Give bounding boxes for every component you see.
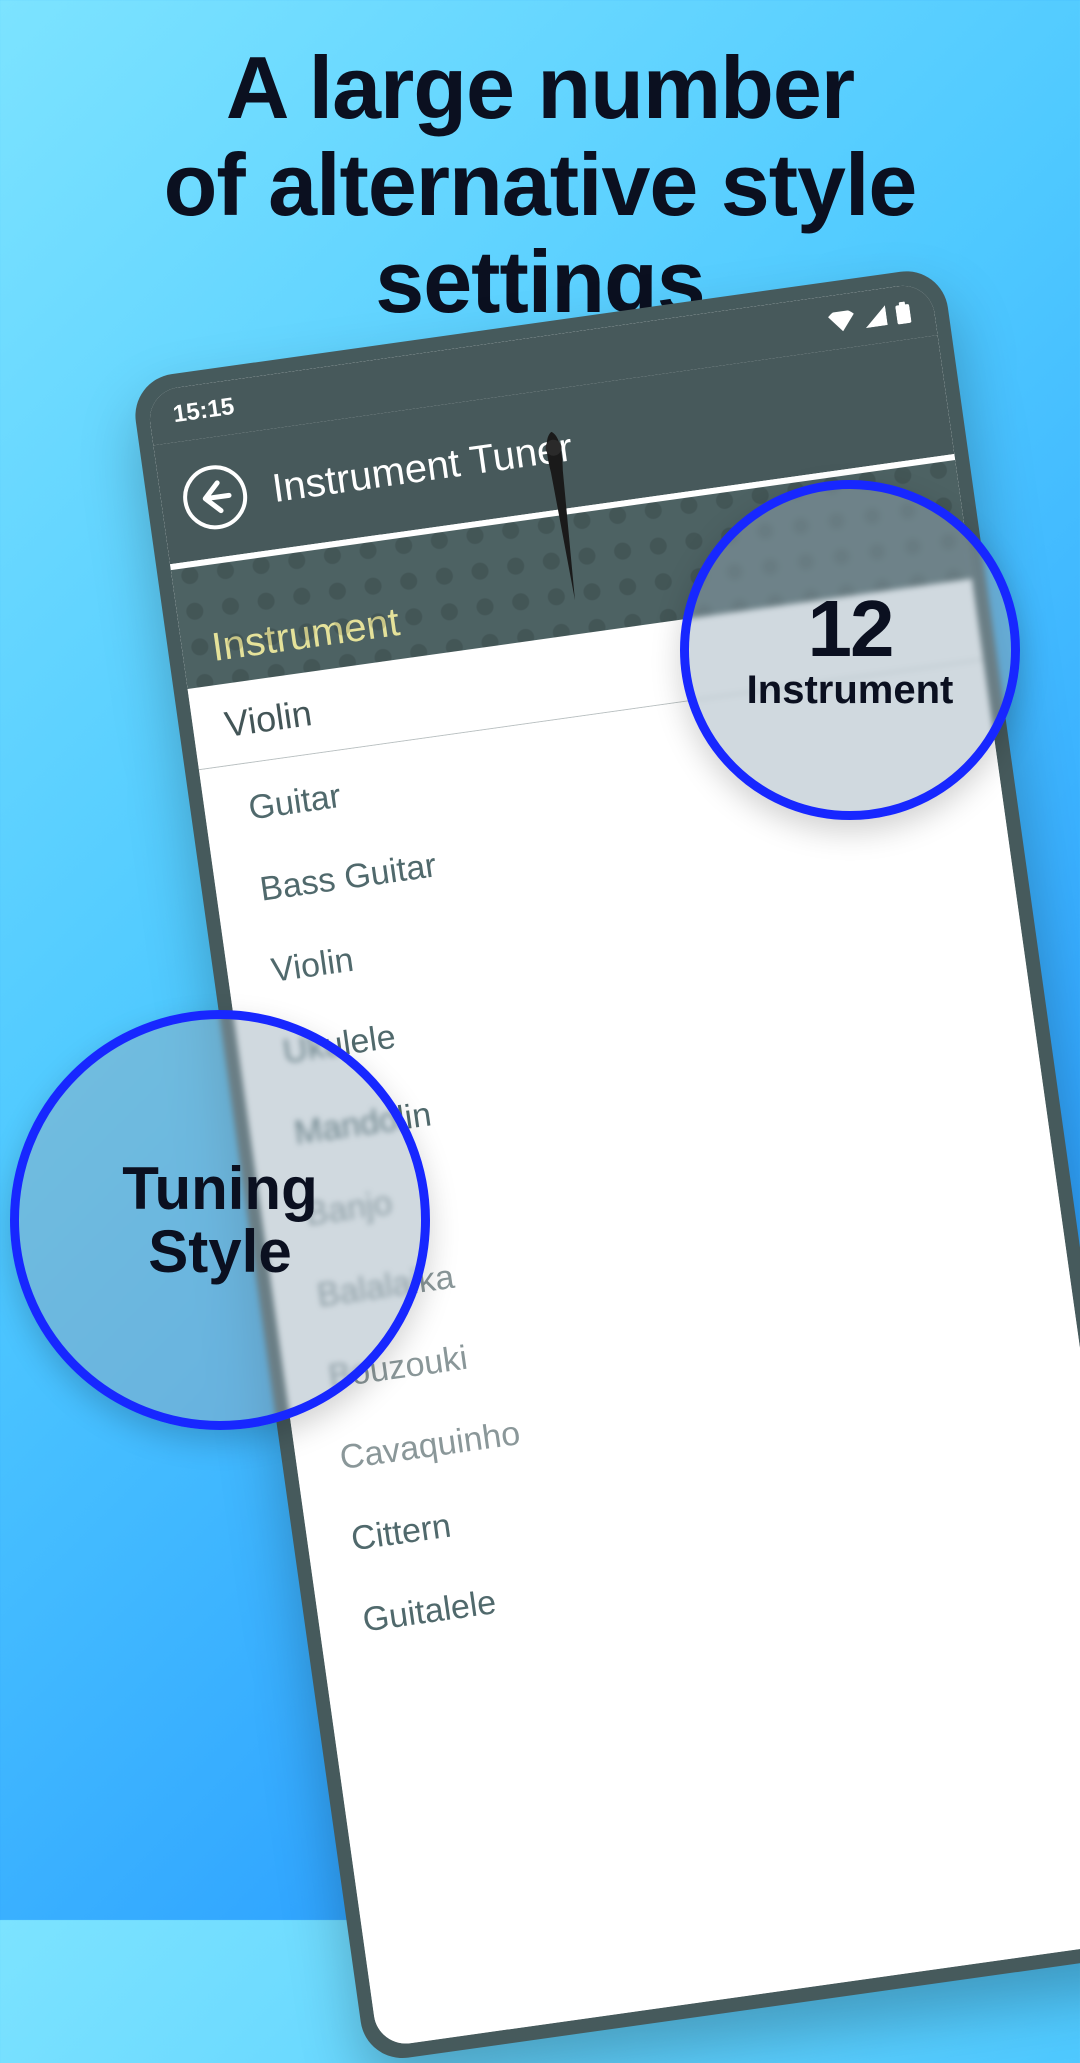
back-button[interactable] [179,461,251,533]
status-time: 15:15 [171,393,236,429]
list-item-label: Guitalele [360,1583,498,1640]
callout-number: 12 [808,589,893,669]
arrow-left-icon [195,477,236,518]
callout-instrument-count: 12 Instrument [680,480,1020,820]
callout-line-2: Style [148,1220,291,1283]
list-item-label: Cittern [349,1506,454,1559]
list-item-label: Violin [269,940,356,990]
battery-icon [895,301,912,325]
wifi-icon [828,310,857,333]
callout-line-1: Tuning [122,1157,317,1220]
headline-line-2: of alternative style [0,137,1080,234]
signal-icon [863,305,888,328]
status-indicators [827,301,911,334]
list-item-label: Cavaquinho [337,1414,522,1478]
headline-line-1: A large number [0,40,1080,137]
dropdown-selected-value: Violin [222,692,314,746]
callout-tuning-style: Tuning Style [10,1010,430,1430]
list-item-label: Guitar [246,776,343,828]
list-item-label: Bass Guitar [258,846,439,909]
app-title: Instrument Tuner [269,425,575,512]
callout-label: Instrument [747,669,954,711]
section-label: Instrument [209,600,402,671]
